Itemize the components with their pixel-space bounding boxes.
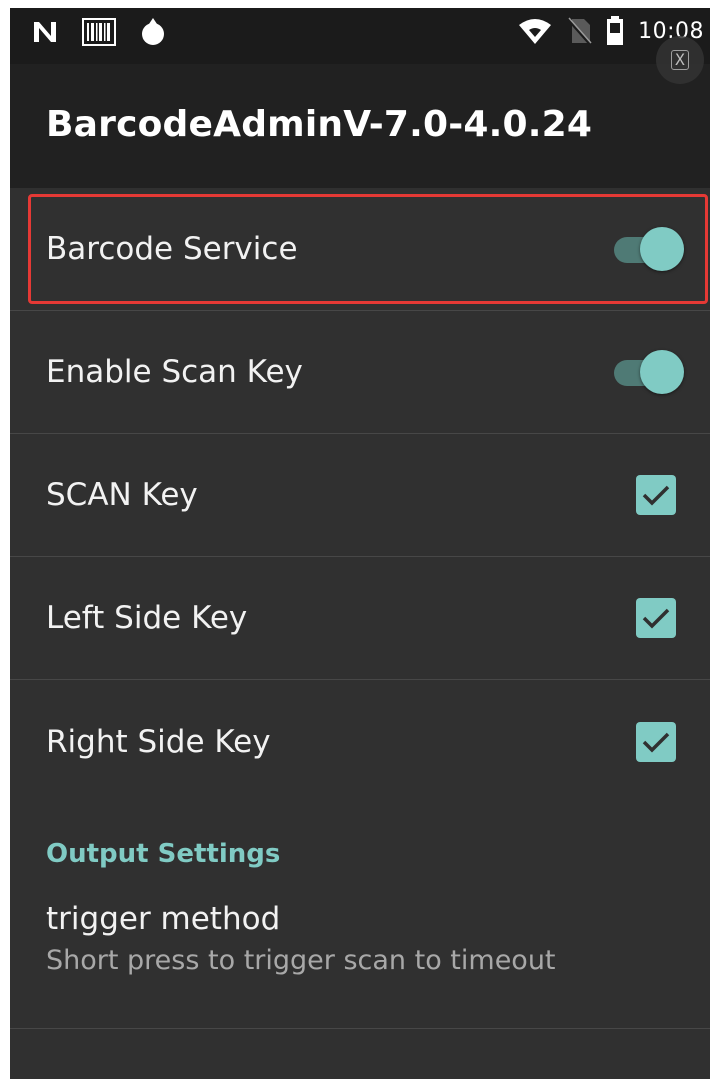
- pref-left-side-key[interactable]: Left Side Key: [10, 557, 710, 680]
- status-bar-left: [32, 18, 166, 46]
- pref-barcode-service-label: Barcode Service: [46, 231, 298, 267]
- check-icon: [642, 608, 670, 629]
- pref-trigger-method[interactable]: trigger method Short press to trigger sc…: [10, 891, 710, 1029]
- right-side-key-checkbox[interactable]: [636, 721, 676, 762]
- no-sim-icon: [566, 17, 592, 45]
- pref-scan-key-label: SCAN Key: [46, 477, 198, 513]
- barcode-icon: [82, 18, 116, 46]
- wifi-icon: [519, 19, 552, 44]
- switch-thumb: [640, 350, 684, 394]
- switch-thumb: [640, 227, 684, 271]
- check-icon: [642, 732, 670, 752]
- screenshot-close-icon[interactable]: X: [656, 36, 704, 84]
- enable-scan-key-switch[interactable]: [612, 348, 684, 396]
- left-side-key-checkbox[interactable]: [636, 598, 676, 638]
- app-title: BarcodeAdminV-7.0-4.0.24: [46, 103, 593, 145]
- pref-enable-scan-key-label: Enable Scan Key: [46, 354, 303, 390]
- pref-left-side-key-label: Left Side Key: [46, 600, 248, 636]
- battery-icon: [607, 16, 624, 45]
- barcode-service-switch[interactable]: [612, 225, 684, 273]
- pref-trigger-method-summary: Short press to trigger scan to timeout: [46, 945, 556, 976]
- app-bar: BarcodeAdminV-7.0-4.0.24: [10, 64, 710, 188]
- section-header-output-settings: Output Settings: [46, 839, 281, 869]
- check-icon: [642, 485, 670, 506]
- pref-trigger-method-title: trigger method: [46, 901, 281, 937]
- status-bar: 10:08 X: [10, 8, 710, 84]
- pref-barcode-service[interactable]: Barcode Service: [10, 188, 710, 311]
- pref-enable-scan-key[interactable]: Enable Scan Key: [10, 311, 710, 434]
- scan-key-checkbox[interactable]: [636, 475, 676, 515]
- pref-scan-key[interactable]: SCAN Key: [10, 434, 710, 557]
- pref-right-side-key-label: Right Side Key: [46, 723, 271, 760]
- n-notification-icon: [34, 22, 56, 42]
- device-screen: 10:08 X BarcodeAdminV-7.0-4.0.24 Barcode…: [10, 8, 710, 1079]
- pref-right-side-key[interactable]: Right Side Key: [10, 680, 710, 803]
- drop-icon: [142, 18, 164, 45]
